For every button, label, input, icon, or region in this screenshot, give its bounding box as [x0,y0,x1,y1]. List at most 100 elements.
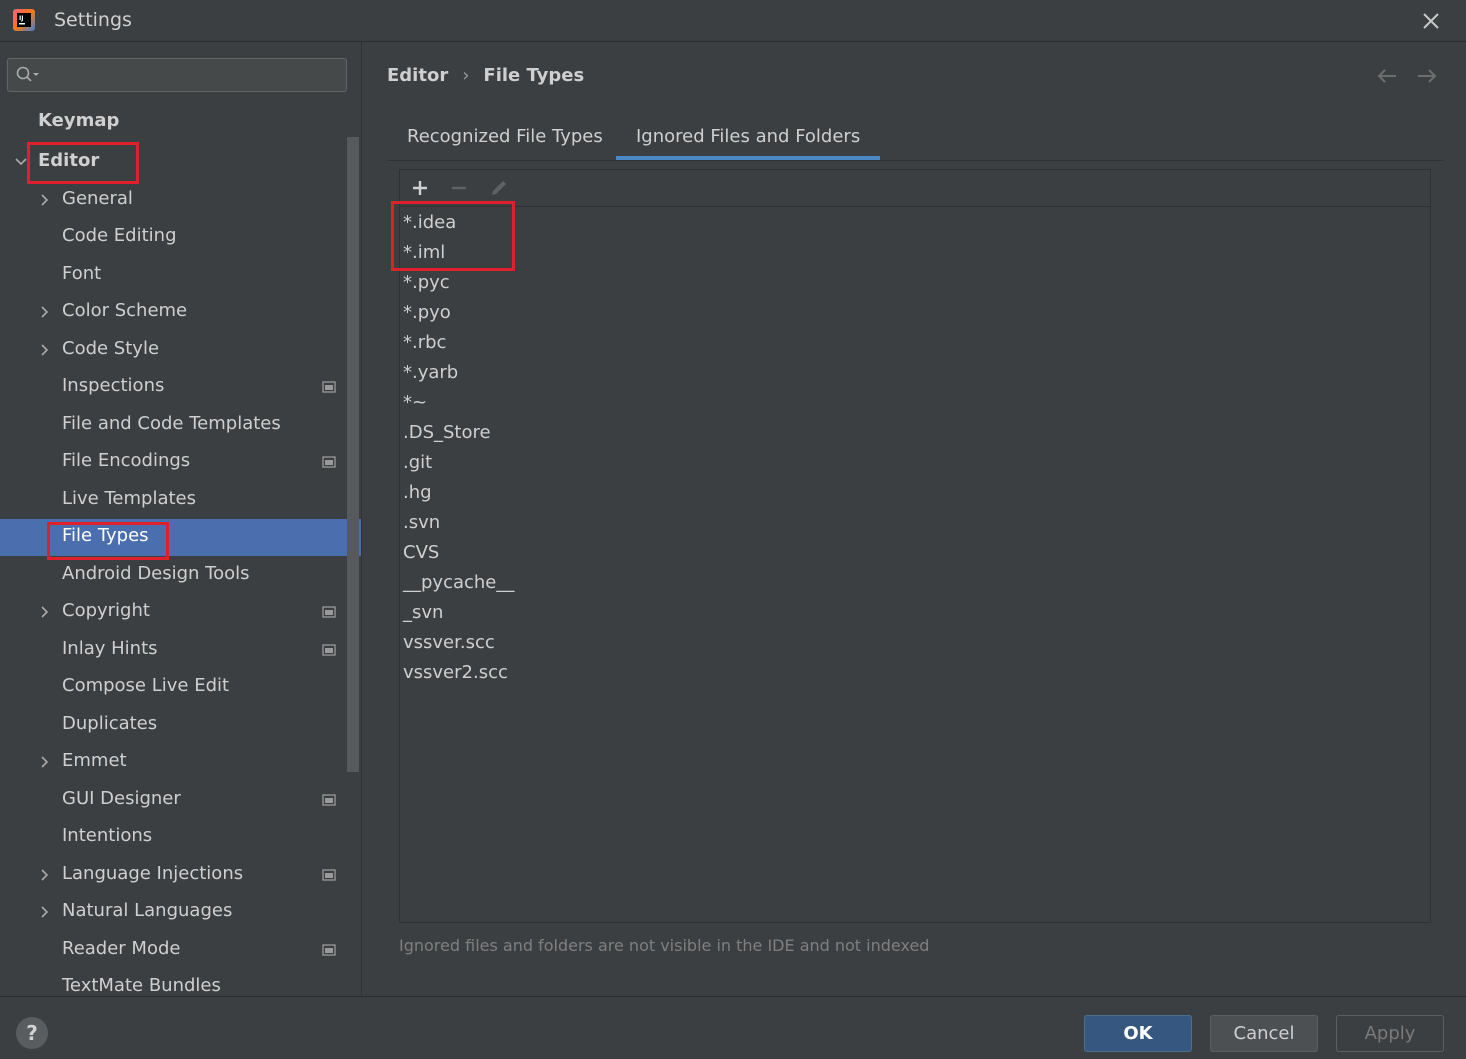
sidebar-item-general[interactable]: General [0,182,361,219]
svg-text:IJ: IJ [19,15,23,22]
list-item[interactable]: *~ [403,388,427,418]
list-item[interactable]: .git [403,448,432,478]
sidebar-item-textmate-bundles[interactable]: TextMate Bundles [0,969,361,996]
list-item[interactable]: CVS [403,538,439,568]
back-arrow-icon[interactable] [1375,66,1399,86]
list-item[interactable]: .DS_Store [403,418,491,448]
help-hint-text: Ignored files and folders are not visibl… [399,936,930,955]
close-icon[interactable] [1419,9,1443,33]
sidebar-item-label: Duplicates [62,713,158,734]
sidebar-item-keymap[interactable]: Keymap [0,104,361,141]
ignored-patterns-panel: *.idea *.iml *.pyc *.pyo *.rbc *.yarb *~… [399,169,1431,923]
sidebar-item-code-style[interactable]: Code Style [0,332,361,369]
window-title: Settings [54,9,132,31]
sidebar-item-color-scheme[interactable]: Color Scheme [0,294,361,331]
sidebar-item-label: Emmet [62,750,127,771]
project-scope-icon [322,381,336,393]
sidebar-item-android-design-tools[interactable]: Android Design Tools [0,557,361,594]
project-scope-icon [322,456,336,468]
sidebar-item-compose-live-edit[interactable]: Compose Live Edit [0,669,361,706]
forward-arrow-icon[interactable] [1415,66,1439,86]
sidebar-item-label: Language Injections [62,863,244,884]
project-scope-icon [322,644,336,656]
sidebar-item-inspections[interactable]: Inspections [0,369,361,406]
list-toolbar [400,170,1430,207]
list-item[interactable]: *.rbc [403,328,446,358]
list-item[interactable]: _svn [403,598,443,628]
sidebar-item-label: File Types [62,525,149,546]
tab-recognized-file-types[interactable]: Recognized File Types [387,123,623,160]
chevron-right-icon[interactable] [38,755,52,769]
sidebar-item-live-templates[interactable]: Live Templates [0,482,361,519]
project-scope-icon [322,944,336,956]
chevron-right-icon[interactable] [38,305,52,319]
sidebar-item-label: Font [62,263,102,284]
remove-icon[interactable] [449,178,469,198]
sidebar-item-reader-mode[interactable]: Reader Mode [0,932,361,969]
add-icon[interactable] [410,178,430,198]
sidebar-item-language-injections[interactable]: Language Injections [0,857,361,894]
sidebar-item-editor[interactable]: Editor [0,144,361,181]
sidebar-item-font[interactable]: Font [0,257,361,294]
sidebar-scrollbar[interactable] [347,137,359,772]
chevron-right-icon[interactable] [38,193,52,207]
list-item[interactable]: *.pyc [403,268,450,298]
list-item[interactable]: *.iml [403,238,445,268]
sidebar-item-label: Compose Live Edit [62,675,230,696]
sidebar-item-inlay-hints[interactable]: Inlay Hints [0,632,361,669]
tab-ignored-files-and-folders[interactable]: Ignored Files and Folders [616,123,881,160]
sidebar-item-copyright[interactable]: Copyright [0,594,361,631]
sidebar-item-duplicates[interactable]: Duplicates [0,707,361,744]
sidebar-item-label: File and Code Templates [62,413,281,434]
project-scope-icon [322,869,336,881]
breadcrumb-parent[interactable]: Editor [387,65,448,86]
chevron-right-icon[interactable] [38,868,52,882]
settings-search-input[interactable] [7,58,347,92]
dialog-footer: ? OK Cancel Apply [0,996,1466,1059]
list-item[interactable]: *.yarb [403,358,458,388]
sidebar-item-label: Inspections [62,375,165,396]
list-item[interactable]: vssver2.scc [403,658,508,688]
list-item[interactable]: __pycache__ [403,568,514,598]
sidebar-item-label: GUI Designer [62,788,181,809]
search-icon [16,66,39,82]
sidebar-item-label: Keymap [38,110,120,131]
sidebar-item-label: Reader Mode [62,938,181,959]
sidebar-item-label: Natural Languages [62,900,233,921]
sidebar-item-natural-languages[interactable]: Natural Languages [0,894,361,931]
sidebar-item-file-encodings[interactable]: File Encodings [0,444,361,481]
list-item[interactable]: *.pyo [403,298,451,328]
sidebar-item-intentions[interactable]: Intentions [0,819,361,856]
project-scope-icon [322,794,336,806]
sidebar-item-label: Editor [38,150,100,171]
chevron-down-icon[interactable] [14,155,28,169]
sidebar-item-label: General [62,188,133,209]
chevron-right-icon[interactable] [38,905,52,919]
list-item[interactable]: vssver.scc [403,628,495,658]
sidebar-item-label: Code Style [62,338,160,359]
sidebar-item-emmet[interactable]: Emmet [0,744,361,781]
chevron-right-icon[interactable] [38,343,52,357]
list-item[interactable]: .svn [403,508,440,538]
sidebar-item-code-editing[interactable]: Code Editing [0,219,361,256]
sidebar-item-file-types[interactable]: File Types [0,519,361,556]
breadcrumb: Editor › File Types [387,65,584,86]
tab-bar: Recognized File Types Ignored Files and … [387,118,1444,161]
list-item[interactable]: .hg [403,478,432,508]
intellij-app-icon: IJ [13,9,35,31]
breadcrumb-separator: › [462,65,470,86]
apply-button[interactable]: Apply [1336,1015,1444,1052]
edit-pencil-icon[interactable] [489,178,509,198]
sidebar-item-label: Inlay Hints [62,638,158,659]
sidebar-item-label: Code Editing [62,225,177,246]
sidebar-item-file-and-code-templates[interactable]: File and Code Templates [0,407,361,444]
sidebar-item-label: Live Templates [62,488,196,509]
ok-button[interactable]: OK [1084,1015,1192,1052]
cancel-button[interactable]: Cancel [1210,1015,1318,1052]
sidebar-item-label: Android Design Tools [62,563,250,584]
help-button[interactable]: ? [16,1017,48,1049]
chevron-right-icon[interactable] [38,605,52,619]
sidebar-item-gui-designer[interactable]: GUI Designer [0,782,361,819]
list-item[interactable]: *.idea [403,208,456,238]
sidebar-item-label: Copyright [62,600,150,621]
